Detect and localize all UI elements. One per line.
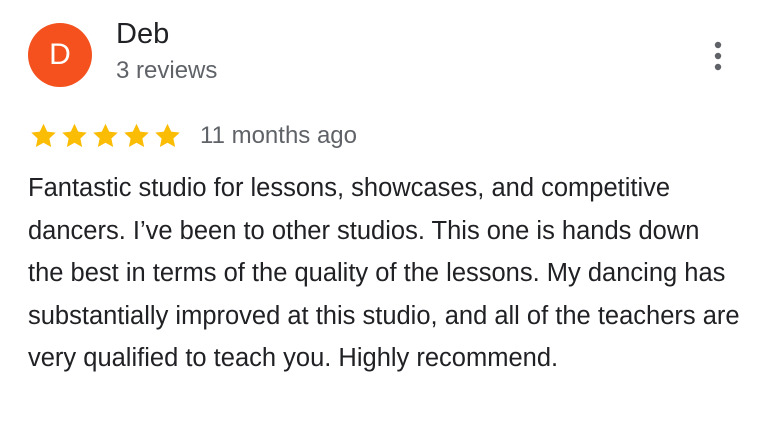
review-text: Fantastic studio for lessons, showcases,…: [28, 174, 740, 372]
star-icon: [93, 123, 118, 147]
more-vert-icon: [714, 41, 722, 71]
star-icon: [155, 123, 180, 147]
review-card: D Deb 3 reviews 11 months ago Fantastic …: [0, 0, 758, 442]
reviewer-name[interactable]: Deb: [116, 15, 169, 53]
avatar-initial: D: [49, 38, 71, 71]
review-date: 11 months ago: [200, 122, 357, 149]
star-icon: [62, 123, 87, 147]
avatar[interactable]: D: [28, 23, 92, 87]
star-rating: [28, 121, 183, 151]
star-icon: [124, 123, 149, 147]
more-options-button[interactable]: [698, 36, 738, 76]
review-count[interactable]: 3 reviews: [116, 56, 217, 86]
star-icon: [31, 123, 56, 147]
